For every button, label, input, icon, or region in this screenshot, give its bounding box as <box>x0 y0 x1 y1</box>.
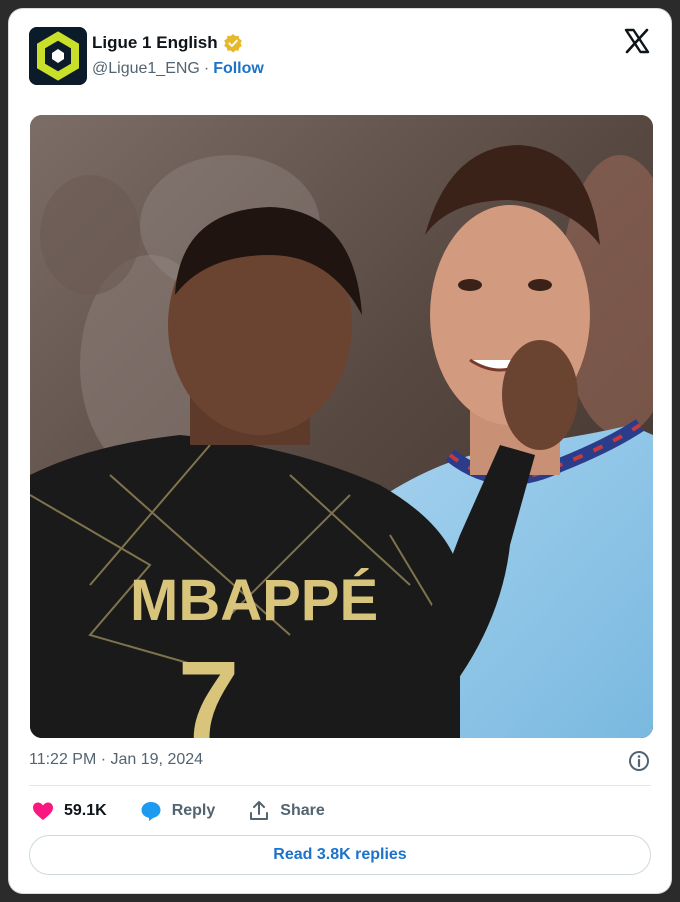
tweet-actions: 59.1K Reply Share <box>31 799 357 823</box>
share-icon <box>250 801 269 820</box>
separator-dot: · <box>203 60 210 77</box>
info-icon[interactable] <box>628 750 650 772</box>
like-count: 59.1K <box>64 802 107 819</box>
jersey-number-text: 7 <box>178 639 239 738</box>
divider <box>29 785 651 786</box>
follow-button[interactable]: Follow <box>213 60 264 78</box>
account-name-row[interactable]: Ligue 1 English <box>92 33 243 53</box>
tweet-card: Ligue 1 English @Ligue1_ENG · Follow MBA… <box>9 9 671 893</box>
tweet-timestamp[interactable]: 11:22 PM · Jan 19, 2024 <box>29 751 203 769</box>
like-button[interactable]: 59.1K <box>31 799 107 823</box>
heart-icon <box>33 802 53 820</box>
reply-button[interactable]: Reply <box>139 799 216 823</box>
read-replies-button[interactable]: Read 3.8K replies <box>29 835 651 875</box>
handle-row: @Ligue1_ENG · Follow <box>92 60 264 78</box>
reply-bubble-icon <box>141 802 161 821</box>
tweet-photo[interactable]: MBAPPÉ 7 <box>30 115 653 738</box>
account-name[interactable]: Ligue 1 English <box>92 33 218 53</box>
ligue1-logo-icon[interactable] <box>29 27 87 85</box>
account-handle[interactable]: @Ligue1_ENG <box>92 60 200 78</box>
share-label: Share <box>280 802 325 819</box>
share-button[interactable]: Share <box>247 799 325 823</box>
x-logo-icon[interactable] <box>623 27 651 55</box>
verified-badge-icon <box>223 34 242 53</box>
jersey-name-text: MBAPPÉ <box>130 568 378 633</box>
reply-label: Reply <box>171 802 216 819</box>
